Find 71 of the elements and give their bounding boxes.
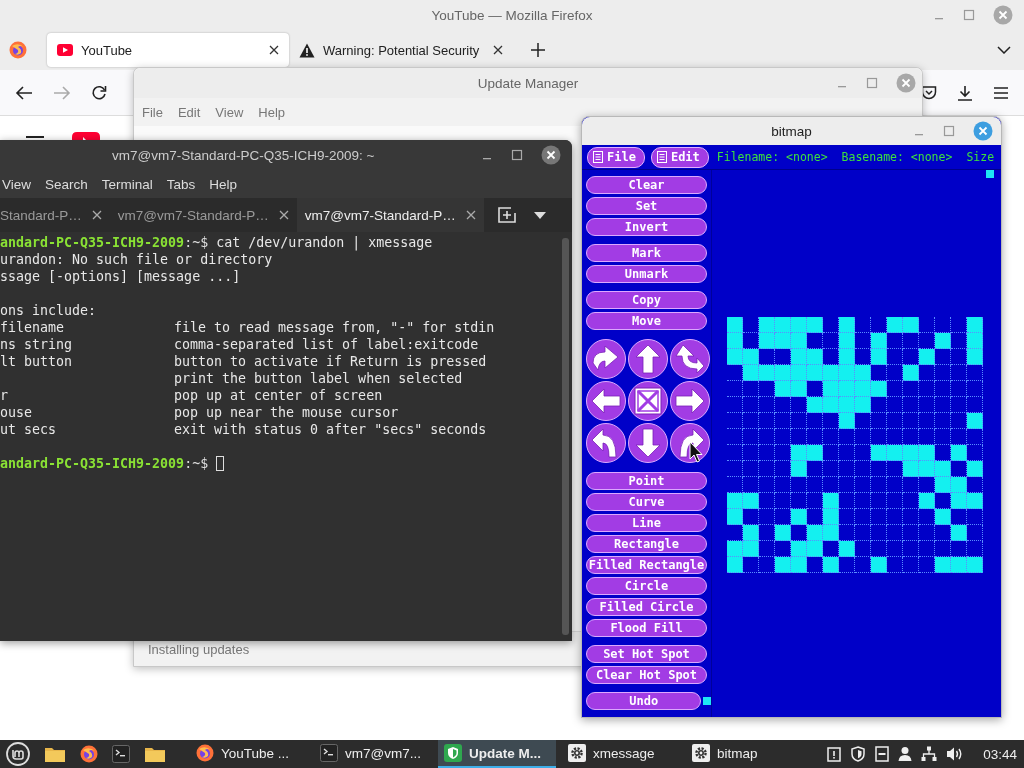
menu-item[interactable]: Edit xyxy=(177,104,201,120)
tool-button[interactable]: Filled Rectangle xyxy=(586,556,707,574)
tab-title: YouTube xyxy=(81,42,134,58)
option-description: pop up near the mouse cursor xyxy=(174,404,399,421)
option-name: ut secs xyxy=(0,421,58,438)
command-button[interactable]: Mark xyxy=(586,244,707,262)
option-description: comma-separated list of label:exitcode xyxy=(174,336,479,353)
menu-button[interactable]: Edit xyxy=(650,146,709,168)
option-name: lt button xyxy=(0,353,74,370)
output-line: ssage [-options] [message ...] xyxy=(0,268,241,285)
menu-item[interactable]: View xyxy=(2,176,32,192)
tool-button[interactable]: Line xyxy=(586,514,707,532)
taskbar-button[interactable]: bitmap xyxy=(686,740,804,768)
option-description: exit with status 0 after "secs" seconds xyxy=(174,421,487,438)
status-text: Installing updates xyxy=(148,641,250,657)
tab-title: Warning: Potential Security xyxy=(323,42,481,58)
tool-button[interactable]: Filled Circle xyxy=(586,598,707,616)
command-button[interactable]: Copy xyxy=(586,291,707,309)
window-title: vm7@vm7-Standard-PC-Q35-ICH9-2009: ~ xyxy=(112,147,376,163)
option-name: ouse xyxy=(0,404,34,421)
browser-tab[interactable]: Warning: Potential Security xyxy=(289,33,513,67)
browser-tab[interactable]: YouTube xyxy=(47,33,289,67)
option-description: button to activate if Return is pressed xyxy=(174,353,487,370)
clock[interactable]: 03:44 xyxy=(983,746,1017,762)
hot-spot-button[interactable]: Set Hot Spot xyxy=(586,645,707,663)
tab-title: Standard-P… xyxy=(0,207,82,223)
taskbar-button[interactable]: vm7@vm7... xyxy=(314,740,432,768)
window-title: bitmap xyxy=(771,123,812,139)
terminal-tab[interactable]: Standard-P… xyxy=(0,198,110,232)
info-label: Size xyxy=(966,150,995,164)
tool-button[interactable]: Point xyxy=(586,472,707,490)
info-label: Basename: <none> xyxy=(841,150,953,164)
command-button[interactable]: Move xyxy=(586,312,707,330)
window-title: Update Manager xyxy=(477,75,579,91)
option-name: r xyxy=(0,387,9,404)
option-description: file to read message from, "-" for stdin xyxy=(174,319,495,336)
taskbar-button[interactable]: Update M... xyxy=(438,740,556,768)
terminal-tab[interactable]: vm7@vm7-Standard-P… xyxy=(296,198,484,232)
undo-button[interactable]: Undo xyxy=(586,692,702,710)
option-name: ns string xyxy=(0,336,74,353)
menu-item[interactable]: File xyxy=(142,104,163,120)
info-label: Filename: <none> xyxy=(716,150,828,164)
tab-title: vm7@vm7-Standard-P… xyxy=(304,207,456,223)
menu-item[interactable]: Help xyxy=(209,176,238,192)
option-description: print the button label when selected xyxy=(174,370,463,387)
command-button[interactable]: Clear xyxy=(586,176,707,194)
option-name: filename xyxy=(0,319,66,336)
taskbar-button[interactable]: xmessage xyxy=(562,740,680,768)
tab-title: vm7@vm7-Standard-P… xyxy=(117,207,269,223)
command-button[interactable]: Set xyxy=(586,197,707,215)
menu-item[interactable]: Tabs xyxy=(166,176,196,192)
menu-item[interactable]: Search xyxy=(45,176,88,192)
command-line: andard-PC-Q35-ICH9-2009:~$ xyxy=(0,455,210,472)
menu-button[interactable]: File xyxy=(587,146,645,168)
tool-button[interactable]: Rectangle xyxy=(586,535,707,553)
menu-item[interactable]: Help xyxy=(258,104,286,120)
tool-button[interactable]: Curve xyxy=(586,493,707,511)
command-button[interactable]: Unmark xyxy=(586,265,707,283)
taskbar-button[interactable]: YouTube ... xyxy=(190,740,308,768)
terminal-tab[interactable]: vm7@vm7-Standard-P… xyxy=(109,198,297,232)
command-line: andard-PC-Q35-ICH9-2009:~$ cat /dev/urandon | xmessage xyxy=(0,234,433,251)
menu-item[interactable]: View xyxy=(215,104,244,120)
option-description: pop up at center of screen xyxy=(174,387,383,404)
command-button[interactable]: Invert xyxy=(586,218,707,236)
window-title: YouTube — Mozilla Firefox xyxy=(431,7,593,23)
output-line: ons include: xyxy=(0,302,97,319)
hot-spot-button[interactable]: Clear Hot Spot xyxy=(586,666,707,684)
output-line: urandon: No such file or directory xyxy=(0,251,273,268)
tool-button[interactable]: Flood Fill xyxy=(586,619,707,637)
menu-item[interactable]: Terminal xyxy=(101,176,153,192)
tool-button[interactable]: Circle xyxy=(586,577,707,595)
